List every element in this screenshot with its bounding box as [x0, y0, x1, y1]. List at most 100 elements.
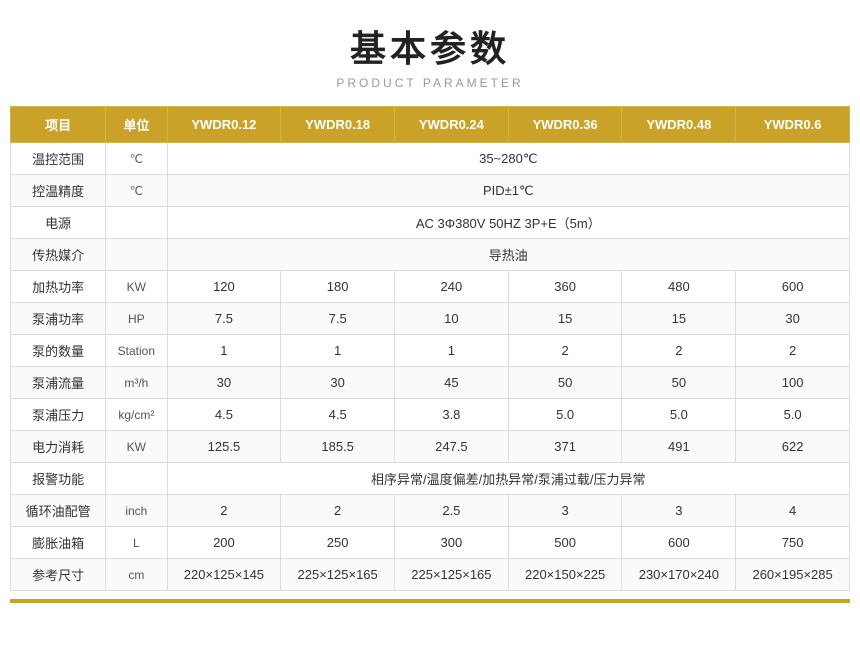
table-wrapper: 项目单位YWDR0.12YWDR0.18YWDR0.24YWDR0.36YWDR…	[10, 106, 850, 603]
col-header-ywdr012: YWDR0.12	[167, 107, 281, 143]
cell-value: 50	[622, 367, 736, 399]
cell-value: 250	[281, 527, 395, 559]
cell-value: 491	[622, 431, 736, 463]
page-title: 基本参数	[350, 20, 510, 72]
cell-item: 报警功能	[11, 463, 106, 495]
cell-item: 参考尺寸	[11, 559, 106, 591]
cell-unit: KW	[106, 431, 167, 463]
cell-unit: KW	[106, 271, 167, 303]
cell-item: 传热媒介	[11, 239, 106, 271]
params-table: 项目单位YWDR0.12YWDR0.18YWDR0.24YWDR0.36YWDR…	[10, 106, 850, 591]
cell-unit	[106, 463, 167, 495]
cell-span-value: 相序异常/温度偏差/加热异常/泵浦过载/压力异常	[167, 463, 849, 495]
cell-item: 温控范围	[11, 143, 106, 175]
cell-value: 230×170×240	[622, 559, 736, 591]
cell-value: 300	[395, 527, 509, 559]
table-row: 泵浦压力kg/cm²4.54.53.85.05.05.0	[11, 399, 850, 431]
cell-value: 30	[281, 367, 395, 399]
cell-value: 2	[167, 495, 281, 527]
cell-value: 600	[736, 271, 850, 303]
cell-value: 3.8	[395, 399, 509, 431]
cell-unit: kg/cm²	[106, 399, 167, 431]
cell-value: 247.5	[395, 431, 509, 463]
cell-value: 185.5	[281, 431, 395, 463]
cell-value: 500	[508, 527, 622, 559]
cell-value: 10	[395, 303, 509, 335]
cell-value: 2	[622, 335, 736, 367]
col-header-ywdr018: YWDR0.18	[281, 107, 395, 143]
cell-value: 622	[736, 431, 850, 463]
cell-value: 480	[622, 271, 736, 303]
cell-unit: cm	[106, 559, 167, 591]
cell-item: 膨胀油箱	[11, 527, 106, 559]
cell-value: 5.0	[736, 399, 850, 431]
cell-value: 1	[167, 335, 281, 367]
cell-value: 3	[622, 495, 736, 527]
cell-span-value: 35~280℃	[167, 143, 849, 175]
cell-value: 1	[281, 335, 395, 367]
cell-unit	[106, 207, 167, 239]
cell-value: 220×125×145	[167, 559, 281, 591]
col-header-unit: 单位	[106, 107, 167, 143]
cell-value: 220×150×225	[508, 559, 622, 591]
col-header-ywdr048: YWDR0.48	[622, 107, 736, 143]
table-header-row: 项目单位YWDR0.12YWDR0.18YWDR0.24YWDR0.36YWDR…	[11, 107, 850, 143]
table-row: 参考尺寸cm220×125×145225×125×165225×125×1652…	[11, 559, 850, 591]
cell-value: 2	[508, 335, 622, 367]
cell-value: 240	[395, 271, 509, 303]
cell-value: 45	[395, 367, 509, 399]
cell-item: 加热功率	[11, 271, 106, 303]
cell-value: 4	[736, 495, 850, 527]
table-row: 电源AC 3Φ380V 50HZ 3P+E（5m）	[11, 207, 850, 239]
cell-value: 50	[508, 367, 622, 399]
cell-span-value: PID±1℃	[167, 175, 849, 207]
cell-unit: ℃	[106, 175, 167, 207]
cell-value: 15	[508, 303, 622, 335]
page-subtitle: PRODUCT PARAMETER	[336, 76, 523, 90]
table-row: 加热功率KW120180240360480600	[11, 271, 850, 303]
table-row: 泵的数量Station111222	[11, 335, 850, 367]
cell-unit	[106, 239, 167, 271]
cell-value: 2	[281, 495, 395, 527]
cell-item: 泵浦流量	[11, 367, 106, 399]
col-header-ywdr036: YWDR0.36	[508, 107, 622, 143]
cell-value: 2.5	[395, 495, 509, 527]
table-row: 传热媒介 导热油	[11, 239, 850, 271]
table-row: 报警功能 相序异常/温度偏差/加热异常/泵浦过载/压力异常	[11, 463, 850, 495]
table-row: 泵浦流量m³/h3030455050100	[11, 367, 850, 399]
cell-item: 泵的数量	[11, 335, 106, 367]
cell-item: 电源	[11, 207, 106, 239]
cell-value: 2	[736, 335, 850, 367]
cell-unit: inch	[106, 495, 167, 527]
cell-value: 5.0	[622, 399, 736, 431]
cell-value: 125.5	[167, 431, 281, 463]
cell-value: 750	[736, 527, 850, 559]
cell-value: 15	[622, 303, 736, 335]
cell-unit: m³/h	[106, 367, 167, 399]
cell-unit: HP	[106, 303, 167, 335]
cell-item: 电力消耗	[11, 431, 106, 463]
cell-item: 循环油配管	[11, 495, 106, 527]
cell-value: 7.5	[167, 303, 281, 335]
cell-item: 控温精度	[11, 175, 106, 207]
table-row: 泵浦功率HP7.57.510151530	[11, 303, 850, 335]
cell-value: 1	[395, 335, 509, 367]
cell-value: 225×125×165	[395, 559, 509, 591]
table-row: 循环油配管inch222.5334	[11, 495, 850, 527]
cell-span-value: 导热油	[167, 239, 849, 271]
cell-value: 100	[736, 367, 850, 399]
table-row: 温控范围℃35~280℃	[11, 143, 850, 175]
cell-value: 5.0	[508, 399, 622, 431]
cell-value: 30	[736, 303, 850, 335]
table-row: 膨胀油箱L200250300500600750	[11, 527, 850, 559]
cell-value: 225×125×165	[281, 559, 395, 591]
cell-value: 260×195×285	[736, 559, 850, 591]
cell-unit: L	[106, 527, 167, 559]
cell-value: 371	[508, 431, 622, 463]
cell-unit: ℃	[106, 143, 167, 175]
cell-value: 200	[167, 527, 281, 559]
cell-value: 3	[508, 495, 622, 527]
col-header-ywdr06: YWDR0.6	[736, 107, 850, 143]
cell-value: 600	[622, 527, 736, 559]
cell-value: 360	[508, 271, 622, 303]
